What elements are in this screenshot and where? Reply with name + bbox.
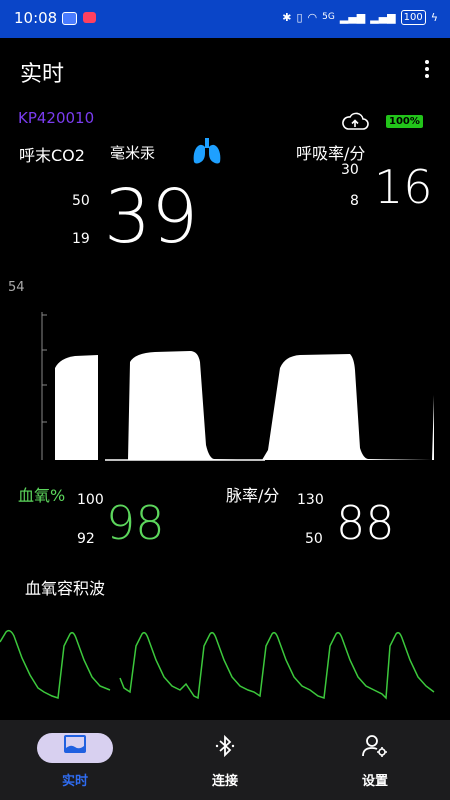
status-bar: 10:08 ✱ ▯ ◠ 5G ▂▄▆ ▂▄▆ 100 ϟ (0, 0, 450, 38)
pleth-waveform (0, 629, 435, 700)
more-options-icon[interactable] (424, 60, 430, 78)
pleth-trace (0, 629, 435, 700)
user-settings-icon (362, 735, 387, 757)
notification-icon (62, 12, 77, 25)
etco2-upper-limit: 50 (72, 193, 90, 209)
nav-item-connect[interactable]: 连接 (150, 720, 300, 800)
device-battery-badge: 100% (386, 115, 423, 128)
resp-rate-upper-limit: 30 (341, 162, 359, 178)
capnogram-waveform (41, 312, 434, 461)
bottom-navigation: 实时 连接 设置 (0, 720, 450, 800)
realtime-icon (64, 735, 86, 753)
etco2-value: 39 (104, 174, 199, 260)
resp-rate-label: 呼吸率/分 (296, 144, 366, 163)
nav-label-realtime: 实时 (61, 774, 88, 789)
vibrate-icon: ▯ (296, 11, 303, 24)
pulse-rate-value: 88 (336, 496, 395, 550)
bluetooth-status-icon: ✱ (282, 11, 292, 24)
pulse-rate-label: 脉率/分 (226, 486, 280, 505)
bluetooth-icon (215, 734, 235, 758)
battery-indicator: 100 (400, 10, 426, 25)
nav-item-realtime[interactable]: 实时 (0, 720, 150, 800)
wifi-icon: ◠ (307, 11, 318, 24)
etco2-lower-limit: 19 (72, 231, 90, 247)
cell-signal-icon: ▂▄▆ (339, 11, 366, 24)
pleth-label: 血氧容积波 (25, 579, 106, 598)
capnogram-breath (106, 351, 434, 460)
device-id: KP420010 (18, 109, 95, 127)
page-title: 实时 (20, 62, 65, 87)
capnogram-scale-max: 54 (8, 280, 25, 295)
signal-type: 5G (322, 12, 335, 22)
capnogram-breath (55, 355, 98, 460)
charging-icon: ϟ (430, 11, 438, 24)
nav-label-settings: 设置 (361, 774, 388, 789)
resp-rate-lower-limit: 8 (350, 193, 359, 209)
status-time: 10:08 (14, 9, 58, 27)
status-notification-icons (62, 12, 96, 25)
message-icon (83, 12, 96, 23)
lungs-icon (193, 138, 221, 164)
status-right-icons: ✱ ▯ ◠ 5G ▂▄▆ ▂▄▆ 100 ϟ (282, 10, 438, 25)
resp-rate-value: 16 (374, 160, 433, 214)
nav-label-connect: 连接 (211, 774, 238, 789)
pulse-rate-lower-limit: 50 (305, 531, 323, 547)
etco2-unit: 毫米汞 (110, 144, 156, 162)
nav-item-settings[interactable]: 设置 (300, 720, 450, 800)
etco2-label: 呼末CO2 (19, 146, 85, 165)
cell-signal-icon-2: ▂▄▆ (370, 11, 396, 24)
cloud-upload-icon[interactable] (340, 110, 370, 132)
spo2-label: 血氧% (18, 486, 66, 505)
spo2-lower-limit: 92 (77, 531, 95, 547)
spo2-value: 98 (106, 496, 165, 550)
spo2-upper-limit: 100 (77, 492, 104, 508)
pulse-rate-upper-limit: 130 (297, 492, 324, 508)
